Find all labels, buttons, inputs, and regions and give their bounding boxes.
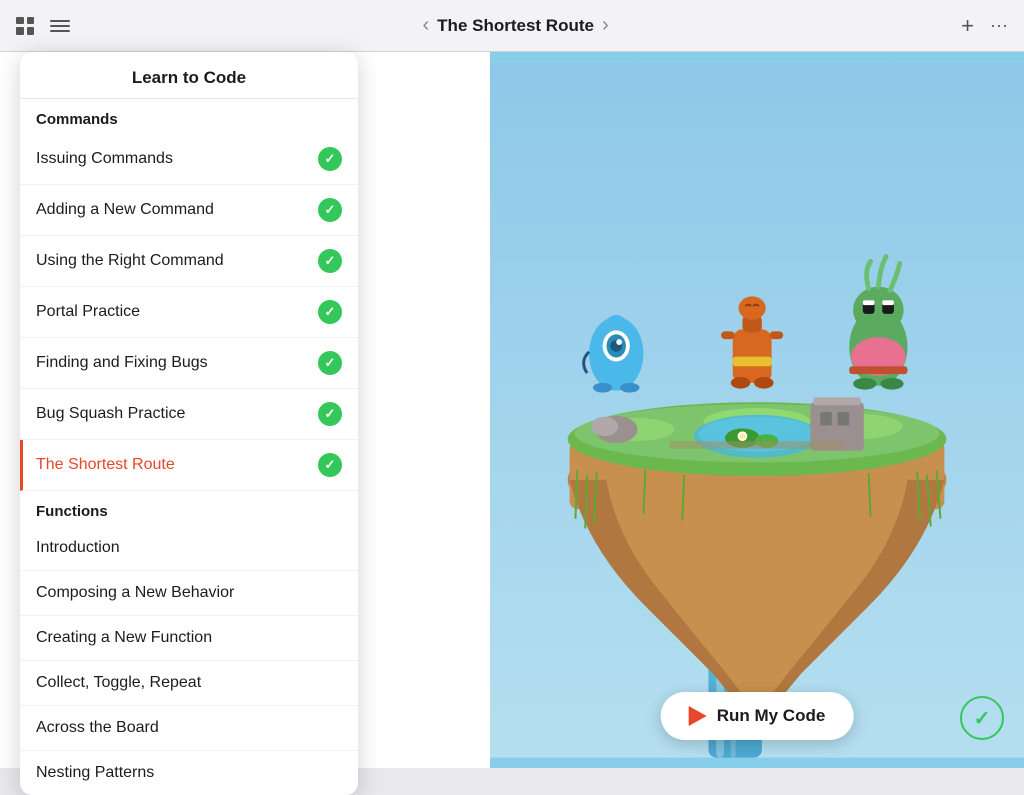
completed-check-adding-command [318,198,342,222]
nav-item-collect-toggle-repeat[interactable]: Collect, Toggle, Repeat [20,661,358,706]
completed-check-shortest-route [318,453,342,477]
nav-item-introduction[interactable]: Introduction [20,526,358,571]
toolbar-right: + ··· [961,13,1008,39]
run-button-label: Run My Code [717,706,826,726]
nav-item-across-the-board[interactable]: Across the Board [20,706,358,751]
nav-item-nesting-patterns[interactable]: Nesting Patterns [20,751,358,795]
completed-check-using-command [318,249,342,273]
nav-item-shortest-route[interactable]: The Shortest Route [20,440,358,491]
panel-header: Learn to Code [20,52,358,99]
nav-item-issuing-commands[interactable]: Issuing Commands [20,134,358,185]
nav-item-finding-fixing-bugs[interactable]: Finding and Fixing Bugs [20,338,358,389]
toolbar-nav: ‹ The Shortest Route › [86,14,945,37]
nav-item-composing-behavior[interactable]: Composing a New Behavior [20,571,358,616]
nav-item-creating-function[interactable]: Creating a New Function [20,616,358,661]
play-icon [689,706,707,726]
completion-check-icon[interactable] [960,696,1004,740]
functions-section-header: Functions [20,491,358,526]
forward-arrow-icon[interactable]: › [602,14,609,37]
add-button[interactable]: + [961,13,974,39]
nav-item-adding-new-command[interactable]: Adding a New Command [20,185,358,236]
run-my-code-button[interactable]: Run My Code [661,692,854,740]
toolbar: ‹ The Shortest Route › + ··· [0,0,1024,52]
panel-title: Learn to Code [132,68,246,87]
commands-section-header: Commands [20,99,358,134]
grid-icon[interactable] [16,17,34,35]
list-icon[interactable] [50,18,70,34]
page-title: The Shortest Route [437,16,594,36]
nav-item-bug-squash-practice[interactable]: Bug Squash Practice [20,389,358,440]
completed-check-portal-practice [318,300,342,324]
nav-item-portal-practice[interactable]: Portal Practice [20,287,358,338]
more-options-button[interactable]: ··· [990,15,1008,36]
sidebar-panel: Learn to Code Commands Issuing Commands … [20,52,358,795]
completed-check-issuing-commands [318,147,342,171]
game-area: Run My Code [490,52,1024,768]
completed-check-bug-squash [318,402,342,426]
completed-check-finding-bugs [318,351,342,375]
nav-item-using-right-command[interactable]: Using the Right Command [20,236,358,287]
back-arrow-icon[interactable]: ‹ [423,14,430,37]
